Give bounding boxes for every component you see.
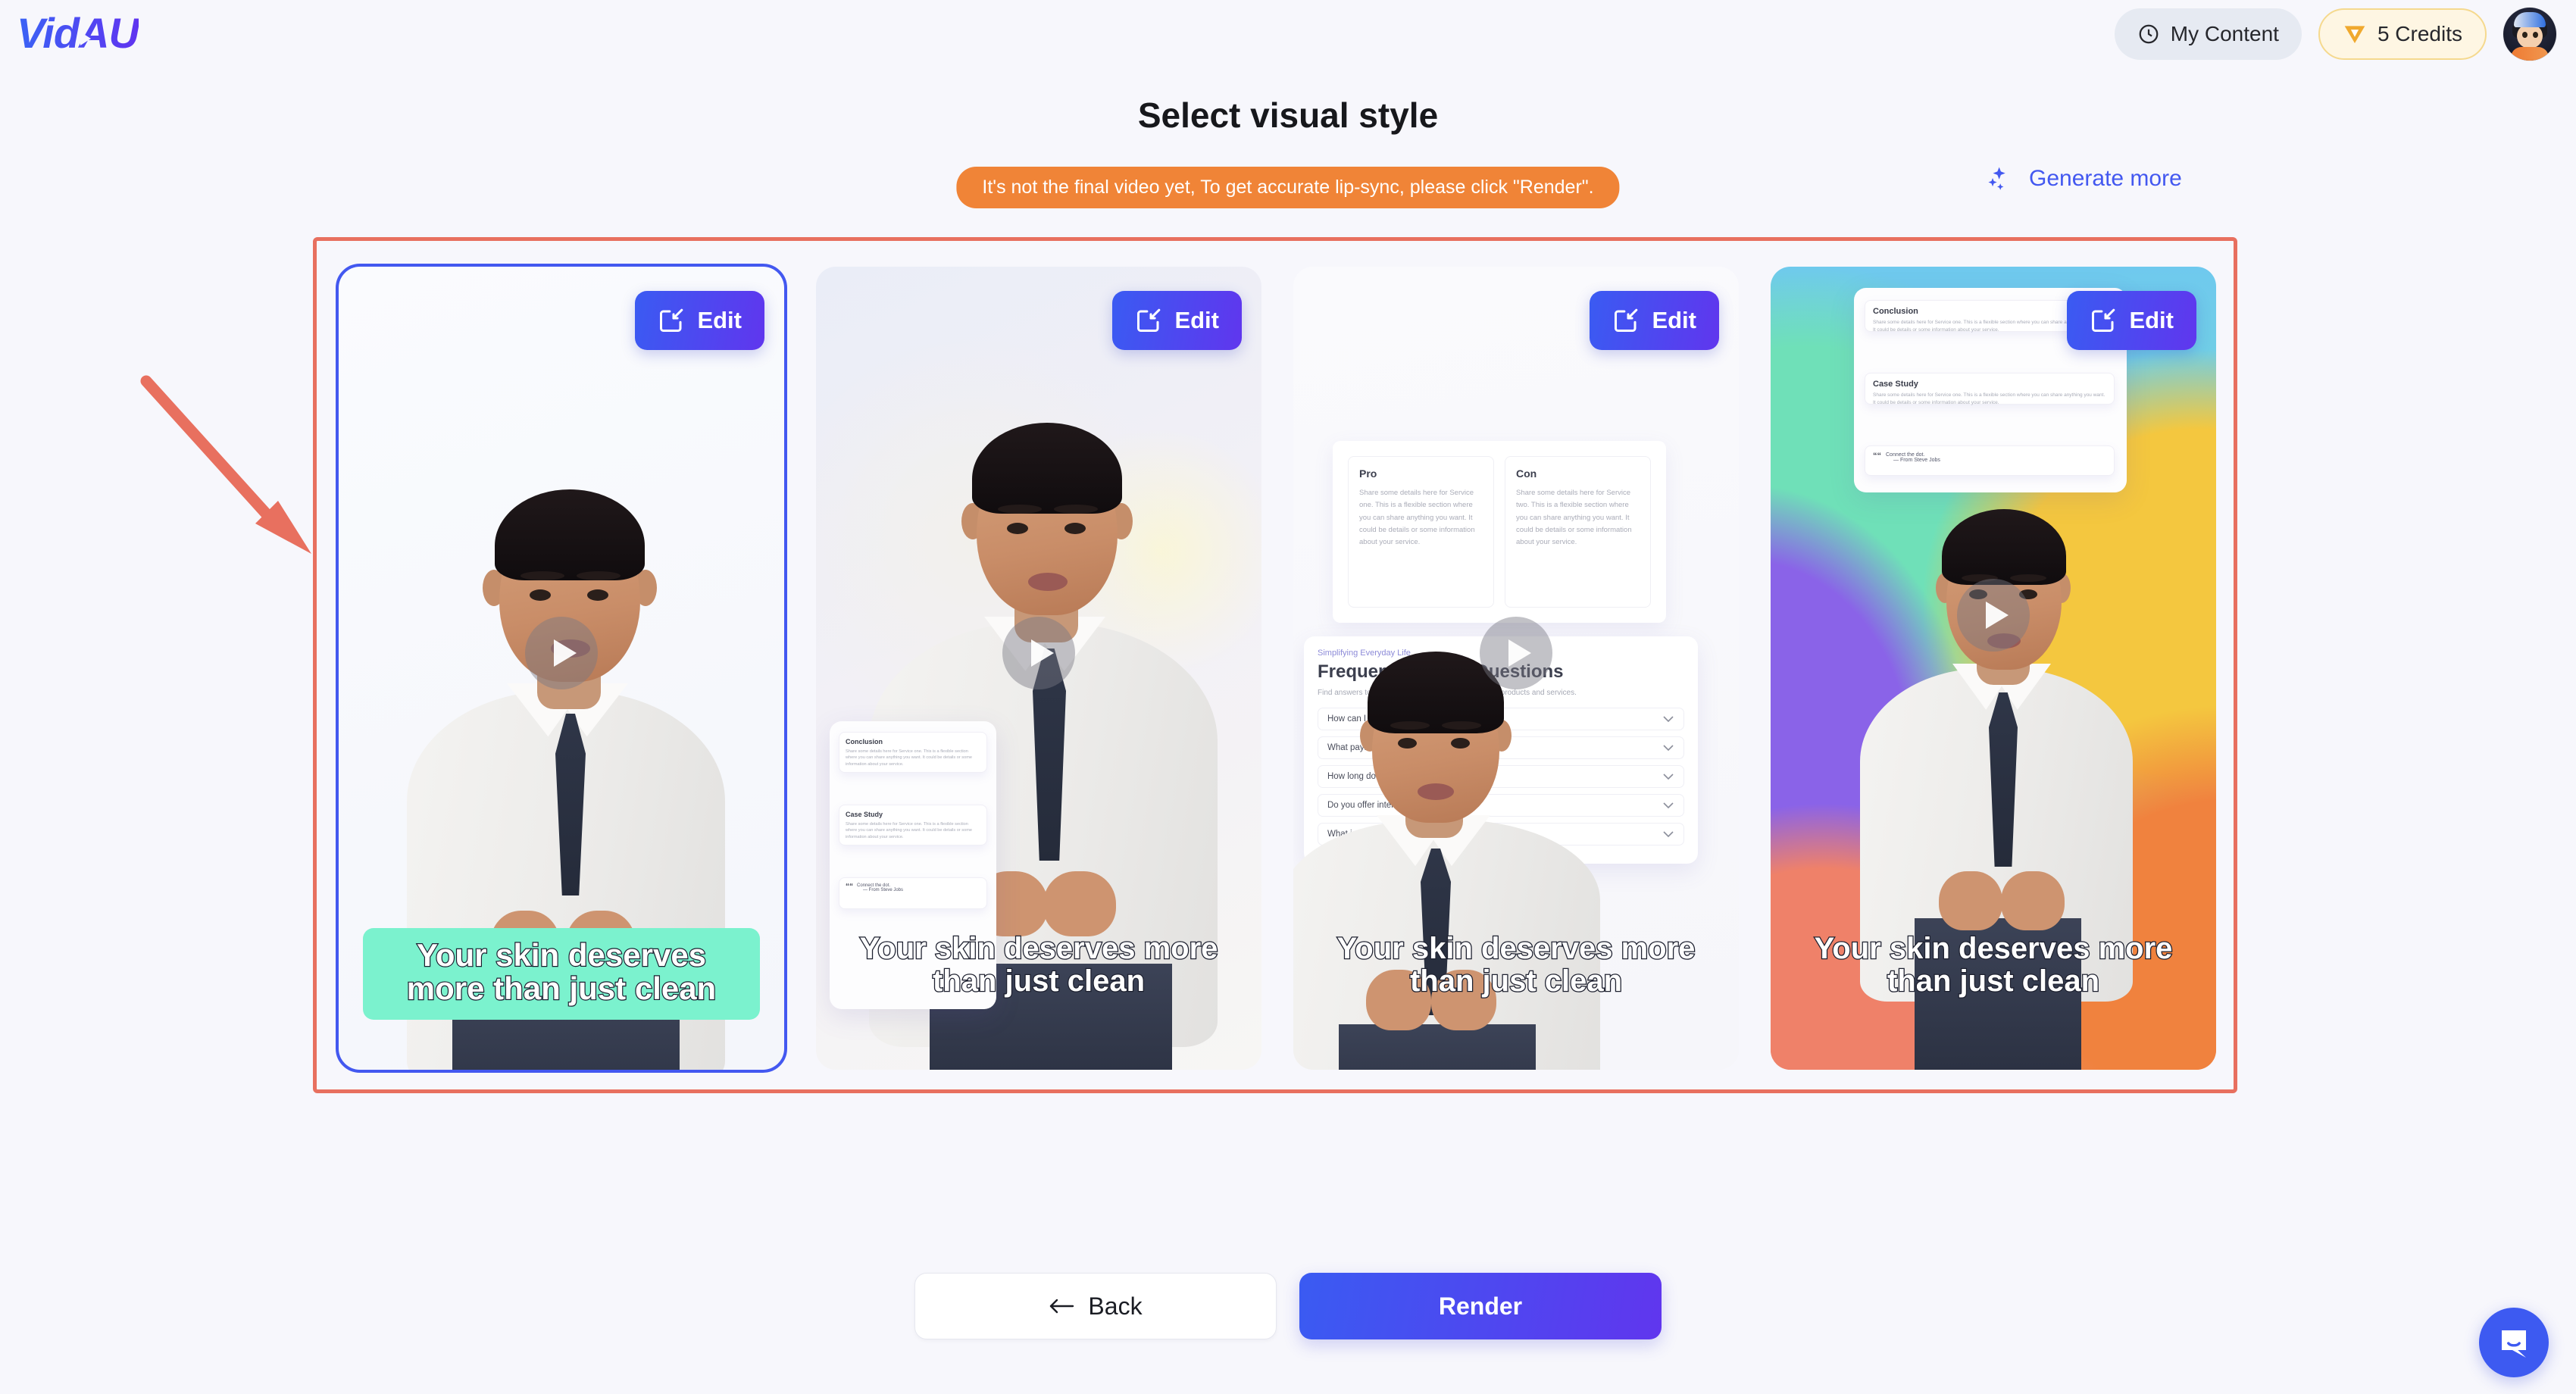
lip-sync-notice: It's not the final video yet, To get acc… <box>956 167 1620 208</box>
clock-icon <box>2139 24 2159 44</box>
play-icon <box>1985 602 2009 629</box>
edit-button-4[interactable]: Edit <box>2067 291 2196 350</box>
avatar-cap <box>2514 12 2546 27</box>
play-button-3[interactable] <box>1480 617 1552 689</box>
my-content-button[interactable]: My Content <box>2114 8 2302 60</box>
annotation-arrow <box>140 375 311 554</box>
quote-text-4: Connect the dot. <box>1886 452 1925 458</box>
card-caption-2: Your skin deserves more than just clean <box>858 932 1218 998</box>
quote-author-4: — From Steve Jobs <box>1893 458 1940 463</box>
quote-icon-4: ““ <box>1873 452 1881 461</box>
style-card-list: Edit Your skin deserves more than just c… <box>336 264 2216 1073</box>
style-card-1[interactable]: Edit Your skin deserves more than just c… <box>336 264 787 1073</box>
logo-play-icon <box>80 32 91 45</box>
back-label: Back <box>1088 1292 1143 1320</box>
doc-heading-casestudy-2: Case Study <box>846 811 883 818</box>
con-card-3: Con Share some details here for Service … <box>1505 456 1651 608</box>
edit-pencil-icon <box>2092 308 2115 332</box>
doc-block-quote-4: ““ Connect the dot. — From Steve Jobs <box>1865 445 2115 476</box>
edit-button-1[interactable]: Edit <box>635 291 764 350</box>
edit-pencil-icon <box>660 308 683 332</box>
edit-label-4: Edit <box>2129 307 2174 333</box>
pro-heading-3: Pro <box>1359 467 1377 480</box>
avatar-face <box>2517 24 2543 48</box>
avatar[interactable] <box>2503 8 2556 61</box>
doc-block-quote-2: ““ Connect the dot. — From Steve Jobs <box>839 877 987 909</box>
doc-body-casestudy-2: Share some details here for Service one.… <box>846 822 972 839</box>
pro-card-3: Pro Share some details here for Service … <box>1348 456 1494 608</box>
credits-label: 5 Credits <box>2377 22 2462 45</box>
quote-author-2: — From Steve Jobs <box>863 888 904 892</box>
generate-more-label: Generate more <box>2029 166 2182 191</box>
generate-more-button[interactable]: Generate more <box>1987 163 2182 195</box>
back-button[interactable]: Back <box>914 1273 1277 1339</box>
page-title: Select visual style <box>1137 95 1439 135</box>
chat-widget-button[interactable] <box>2479 1308 2549 1377</box>
edit-label-1: Edit <box>697 307 742 333</box>
doc-heading-conclusion-2: Conclusion <box>846 738 883 745</box>
style-card-2[interactable]: Conclusion Share some details here for S… <box>816 267 1261 1070</box>
footer-actions: Back Render <box>0 1273 2576 1339</box>
avatar-eye-left <box>2522 32 2528 38</box>
credits-button[interactable]: 5 Credits <box>2318 8 2487 60</box>
edit-pencil-icon <box>1137 308 1161 332</box>
doc-block-conclusion-2: Conclusion Share some details here for S… <box>839 732 987 773</box>
presenter-figure-3 <box>1293 645 1739 1070</box>
doc-block-casestudy-4: Case Study Share some details here for S… <box>1865 373 2115 405</box>
doc-body-casestudy-4: Share some details here for Service one.… <box>1873 392 2106 406</box>
edit-pencil-icon <box>1615 308 1638 332</box>
doc-block-casestudy-2: Case Study Share some details here for S… <box>839 805 987 845</box>
quote-icon-2: ““ <box>846 883 853 891</box>
render-label: Render <box>1438 1292 1523 1320</box>
brand-logo[interactable]: VidAU <box>17 11 139 56</box>
play-icon <box>553 639 577 667</box>
header-actions: My Content 5 Credits <box>2114 8 2556 61</box>
edit-label-2: Edit <box>1174 307 1219 333</box>
chat-bubble-icon <box>2502 1330 2526 1358</box>
style-card-3[interactable]: Pro Share some details here for Service … <box>1293 267 1739 1070</box>
pro-body-3: Share some details here for Service one.… <box>1359 489 1475 547</box>
edit-button-2[interactable]: Edit <box>1112 291 1242 350</box>
sparkles-icon <box>1988 167 2005 190</box>
card-caption-4: Your skin deserves more than just clean <box>1813 932 2173 998</box>
doc-body-conclusion-2: Share some details here for Service one.… <box>846 749 972 767</box>
play-icon <box>1508 639 1531 667</box>
card-caption-1: Your skin deserves more than just clean <box>363 927 760 1020</box>
app-header: VidAU My Content 5 Credits <box>0 0 2576 68</box>
play-button-2[interactable] <box>1002 617 1075 689</box>
render-button[interactable]: Render <box>1299 1273 1662 1339</box>
con-body-3: Share some details here for Service two.… <box>1516 489 1632 547</box>
con-heading-3: Con <box>1516 467 1537 480</box>
gem-icon <box>2344 26 2365 43</box>
avatar-body <box>2511 47 2549 61</box>
pro-con-panel-3: Pro Share some details here for Service … <box>1333 441 1666 623</box>
style-card-4[interactable]: Conclusion Share some details here for S… <box>1771 267 2216 1070</box>
arrow-left-icon <box>1050 1299 1074 1314</box>
card-caption-3: Your skin deserves more than just clean <box>1336 932 1696 998</box>
my-content-label: My Content <box>2170 22 2279 45</box>
edit-label-3: Edit <box>1652 307 1696 333</box>
play-icon <box>1030 639 1054 667</box>
doc-heading-casestudy-4: Case Study <box>1873 380 1918 389</box>
play-button-4[interactable] <box>1957 579 2030 652</box>
edit-button-3[interactable]: Edit <box>1590 291 1719 350</box>
avatar-eye-right <box>2533 32 2538 38</box>
play-button-1[interactable] <box>525 617 598 689</box>
